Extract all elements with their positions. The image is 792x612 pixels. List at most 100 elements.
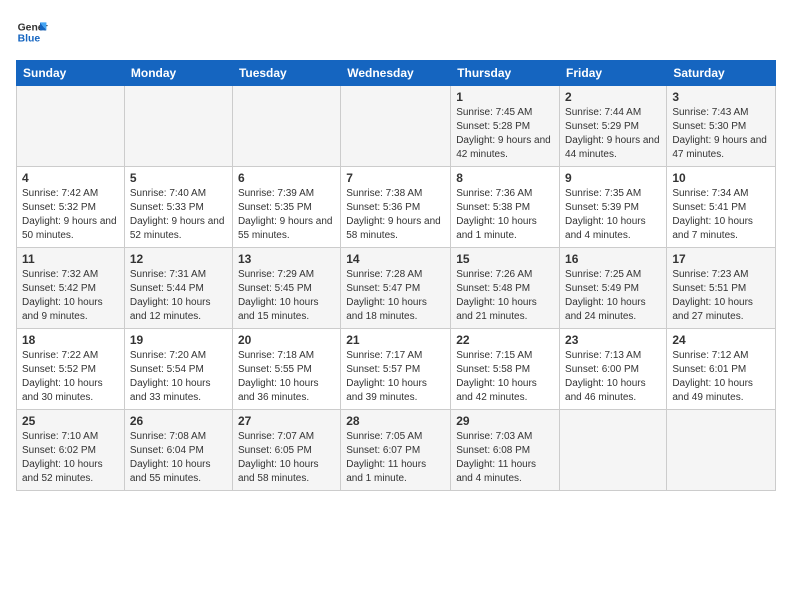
day-number: 24	[672, 333, 770, 347]
week-row-1: 4 Sunrise: 7:42 AM Sunset: 5:32 PM Daylig…	[17, 167, 776, 248]
day-cell: 13Sunrise: 7:29 AM Sunset: 5:45 PM Dayli…	[232, 248, 340, 329]
week-row-0: 1Sunrise: 7:45 AM Sunset: 5:28 PM Daylig…	[17, 86, 776, 167]
day-cell: 25Sunrise: 7:10 AM Sunset: 6:02 PM Dayli…	[17, 410, 125, 491]
day-cell: 19 Sunrise: 7:20 AM Sunset: 5:54 PM Dayli…	[124, 329, 232, 410]
day-cell: 4 Sunrise: 7:42 AM Sunset: 5:32 PM Daylig…	[17, 167, 125, 248]
day-info: Sunrise: 7:39 AM Sunset: 5:35 PM Dayligh…	[238, 187, 335, 243]
logo: General Blue	[16, 16, 52, 48]
header-row: SundayMondayTuesdayWednesdayThursdayFrid…	[17, 61, 776, 86]
day-number: 17	[672, 252, 770, 266]
day-cell: 9 Sunrise: 7:35 AM Sunset: 5:39 PM Daylig…	[560, 167, 667, 248]
header-thursday: Thursday	[451, 61, 560, 86]
day-info: Sunrise: 7:08 AM Sunset: 6:04 PM Dayligh…	[130, 430, 227, 486]
day-number: 6	[238, 171, 335, 185]
day-info: Sunrise: 7:42 AM Sunset: 5:32 PM Dayligh…	[22, 187, 119, 243]
day-info: Sunrise: 7:43 AM Sunset: 5:30 PM Dayligh…	[672, 106, 770, 162]
day-number: 20	[238, 333, 335, 347]
day-info: Sunrise: 7:07 AM Sunset: 6:05 PM Dayligh…	[238, 430, 335, 486]
logo-icon: General Blue	[16, 16, 48, 48]
week-row-3: 18 Sunrise: 7:22 AM Sunset: 5:52 PM Dayli…	[17, 329, 776, 410]
day-cell: 6 Sunrise: 7:39 AM Sunset: 5:35 PM Daylig…	[232, 167, 340, 248]
day-cell: 12 Sunrise: 7:31 AM Sunset: 5:44 PM Dayli…	[124, 248, 232, 329]
week-row-4: 25Sunrise: 7:10 AM Sunset: 6:02 PM Dayli…	[17, 410, 776, 491]
day-cell: 17 Sunrise: 7:23 AM Sunset: 5:51 PM Dayli…	[667, 248, 776, 329]
day-cell: 3 Sunrise: 7:43 AM Sunset: 5:30 PM Daylig…	[667, 86, 776, 167]
day-info: Sunrise: 7:15 AM Sunset: 5:58 PM Dayligh…	[456, 349, 554, 405]
header-friday: Friday	[560, 61, 667, 86]
day-number: 19	[130, 333, 227, 347]
day-cell	[341, 86, 451, 167]
header-monday: Monday	[124, 61, 232, 86]
day-info: Sunrise: 7:13 AM Sunset: 6:00 PM Dayligh…	[565, 349, 661, 405]
day-number: 28	[346, 414, 445, 428]
day-number: 2	[565, 90, 661, 104]
day-cell	[17, 86, 125, 167]
day-info: Sunrise: 7:10 AM Sunset: 6:02 PM Dayligh…	[22, 430, 119, 486]
day-number: 12	[130, 252, 227, 266]
day-number: 8	[456, 171, 554, 185]
day-number: 1	[456, 90, 554, 104]
day-cell: 16 Sunrise: 7:25 AM Sunset: 5:49 PM Dayli…	[560, 248, 667, 329]
day-info: Sunrise: 7:29 AM Sunset: 5:45 PM Dayligh…	[238, 268, 335, 324]
calendar-table: SundayMondayTuesdayWednesdayThursdayFrid…	[16, 60, 776, 491]
day-info: Sunrise: 7:18 AM Sunset: 5:55 PM Dayligh…	[238, 349, 335, 405]
day-cell: 26 Sunrise: 7:08 AM Sunset: 6:04 PM Dayli…	[124, 410, 232, 491]
day-info: Sunrise: 7:17 AM Sunset: 5:57 PM Dayligh…	[346, 349, 445, 405]
day-info: Sunrise: 7:34 AM Sunset: 5:41 PM Dayligh…	[672, 187, 770, 243]
day-number: 26	[130, 414, 227, 428]
day-number: 29	[456, 414, 554, 428]
day-cell: 18 Sunrise: 7:22 AM Sunset: 5:52 PM Dayli…	[17, 329, 125, 410]
header-saturday: Saturday	[667, 61, 776, 86]
day-cell	[667, 410, 776, 491]
day-info: Sunrise: 7:12 AM Sunset: 6:01 PM Dayligh…	[672, 349, 770, 405]
day-number: 23	[565, 333, 661, 347]
day-info: Sunrise: 7:28 AM Sunset: 5:47 PM Dayligh…	[346, 268, 445, 324]
day-cell: 20 Sunrise: 7:18 AM Sunset: 5:55 PM Dayli…	[232, 329, 340, 410]
day-number: 5	[130, 171, 227, 185]
day-number: 21	[346, 333, 445, 347]
day-number: 9	[565, 171, 661, 185]
header: General Blue	[16, 16, 776, 48]
day-cell: 23 Sunrise: 7:13 AM Sunset: 6:00 PM Dayli…	[560, 329, 667, 410]
header-tuesday: Tuesday	[232, 61, 340, 86]
week-row-2: 11 Sunrise: 7:32 AM Sunset: 5:42 PM Dayli…	[17, 248, 776, 329]
day-info: Sunrise: 7:38 AM Sunset: 5:36 PM Dayligh…	[346, 187, 445, 243]
day-info: Sunrise: 7:31 AM Sunset: 5:44 PM Dayligh…	[130, 268, 227, 324]
day-cell	[560, 410, 667, 491]
day-info: Sunrise: 7:25 AM Sunset: 5:49 PM Dayligh…	[565, 268, 661, 324]
day-cell: 2 Sunrise: 7:44 AM Sunset: 5:29 PM Daylig…	[560, 86, 667, 167]
day-cell	[232, 86, 340, 167]
day-cell	[124, 86, 232, 167]
header-sunday: Sunday	[17, 61, 125, 86]
day-number: 7	[346, 171, 445, 185]
day-cell: 14 Sunrise: 7:28 AM Sunset: 5:47 PM Dayli…	[341, 248, 451, 329]
day-cell: 1Sunrise: 7:45 AM Sunset: 5:28 PM Daylig…	[451, 86, 560, 167]
day-info: Sunrise: 7:22 AM Sunset: 5:52 PM Dayligh…	[22, 349, 119, 405]
day-info: Sunrise: 7:36 AM Sunset: 5:38 PM Dayligh…	[456, 187, 554, 243]
day-info: Sunrise: 7:32 AM Sunset: 5:42 PM Dayligh…	[22, 268, 119, 324]
day-number: 27	[238, 414, 335, 428]
day-info: Sunrise: 7:20 AM Sunset: 5:54 PM Dayligh…	[130, 349, 227, 405]
day-cell: 27 Sunrise: 7:07 AM Sunset: 6:05 PM Dayli…	[232, 410, 340, 491]
day-number: 11	[22, 252, 119, 266]
svg-text:Blue: Blue	[18, 34, 41, 45]
day-cell: 24 Sunrise: 7:12 AM Sunset: 6:01 PM Dayli…	[667, 329, 776, 410]
day-cell: 22Sunrise: 7:15 AM Sunset: 5:58 PM Dayli…	[451, 329, 560, 410]
day-cell: 11 Sunrise: 7:32 AM Sunset: 5:42 PM Dayli…	[17, 248, 125, 329]
day-cell: 8 Sunrise: 7:36 AM Sunset: 5:38 PM Daylig…	[451, 167, 560, 248]
day-info: Sunrise: 7:44 AM Sunset: 5:29 PM Dayligh…	[565, 106, 661, 162]
day-cell: 21 Sunrise: 7:17 AM Sunset: 5:57 PM Dayli…	[341, 329, 451, 410]
day-number: 18	[22, 333, 119, 347]
day-info: Sunrise: 7:23 AM Sunset: 5:51 PM Dayligh…	[672, 268, 770, 324]
day-number: 16	[565, 252, 661, 266]
day-info: Sunrise: 7:26 AM Sunset: 5:48 PM Dayligh…	[456, 268, 554, 324]
day-cell: 15 Sunrise: 7:26 AM Sunset: 5:48 PM Dayli…	[451, 248, 560, 329]
day-number: 4	[22, 171, 119, 185]
day-number: 14	[346, 252, 445, 266]
day-info: Sunrise: 7:05 AM Sunset: 6:07 PM Dayligh…	[346, 430, 445, 486]
day-cell: 5Sunrise: 7:40 AM Sunset: 5:33 PM Daylig…	[124, 167, 232, 248]
day-number: 3	[672, 90, 770, 104]
day-number: 15	[456, 252, 554, 266]
day-info: Sunrise: 7:03 AM Sunset: 6:08 PM Dayligh…	[456, 430, 554, 486]
day-info: Sunrise: 7:35 AM Sunset: 5:39 PM Dayligh…	[565, 187, 661, 243]
